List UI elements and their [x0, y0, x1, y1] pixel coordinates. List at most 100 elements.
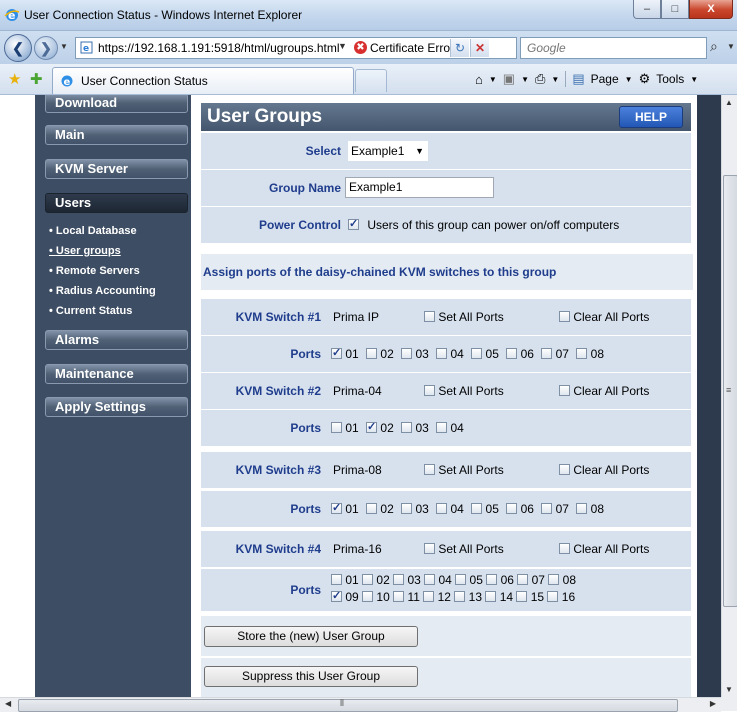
port-checkbox[interactable] — [331, 501, 342, 514]
new-tab-button[interactable] — [355, 69, 387, 92]
set-all-checkbox[interactable] — [424, 385, 435, 396]
maximize-button[interactable]: □ — [661, 0, 689, 19]
port-checkbox[interactable] — [548, 574, 560, 585]
scroll-left-icon[interactable]: ◀ — [5, 699, 11, 708]
port-checkbox[interactable] — [436, 422, 448, 433]
port-checkbox[interactable] — [423, 591, 435, 602]
port-checkbox[interactable] — [455, 574, 467, 585]
port-checkbox[interactable] — [331, 589, 342, 602]
port-checkbox[interactable] — [331, 574, 342, 585]
history-dropdown-icon[interactable]: ▼ — [60, 42, 68, 51]
ports-row: Ports 01 02 03 04 05 06 07 08 — [201, 335, 691, 372]
port-checkbox[interactable] — [424, 574, 436, 585]
port-checkbox[interactable] — [366, 348, 378, 359]
sidebar-item-users[interactable]: Users — [45, 193, 188, 213]
group-select[interactable]: Example1 ▼ — [347, 140, 429, 162]
certificate-error-label[interactable]: Certificate Error — [370, 41, 454, 55]
port-checkbox[interactable] — [401, 503, 413, 514]
port-checkbox[interactable] — [485, 591, 497, 602]
port-checkbox[interactable] — [506, 503, 518, 514]
page-menu[interactable]: Page — [591, 72, 619, 86]
port-checkbox[interactable] — [471, 348, 483, 359]
clear-all-checkbox[interactable] — [559, 311, 570, 322]
set-all-checkbox[interactable] — [424, 464, 435, 475]
port-checkbox[interactable] — [486, 574, 498, 585]
port-checkbox[interactable] — [506, 348, 518, 359]
submenu-user-groups[interactable]: • User groups — [47, 241, 181, 261]
horizontal-scroll-thumb[interactable] — [18, 699, 678, 712]
store-user-group-button[interactable]: Store the (new) User Group — [204, 626, 418, 647]
clear-all-checkbox[interactable] — [559, 543, 570, 554]
port-checkbox[interactable] — [541, 503, 553, 514]
kvm-switch-label: KVM Switch #3 — [235, 463, 321, 477]
clear-all-checkbox[interactable] — [559, 464, 570, 475]
search-input[interactable]: Google — [520, 37, 707, 59]
port-checkbox[interactable] — [366, 420, 378, 433]
sidebar-item-alarms[interactable]: Alarms — [45, 330, 188, 350]
port-checkbox[interactable] — [471, 503, 483, 514]
browser-tab[interactable]: e User Connection Status — [52, 67, 354, 94]
refresh-icon[interactable]: ↻ — [450, 39, 469, 57]
submenu-label: Current Status — [55, 305, 133, 317]
port-checkbox[interactable] — [516, 591, 528, 602]
forward-button[interactable]: ❯ — [34, 36, 58, 60]
sidebar-item-main[interactable]: Main — [45, 125, 188, 145]
port-checkbox[interactable] — [436, 348, 448, 359]
sidebar-item-download[interactable]: Download — [45, 95, 188, 113]
submenu-current-status[interactable]: • Current Status — [47, 301, 181, 321]
port-checkbox[interactable] — [362, 574, 374, 585]
port-checkbox[interactable] — [331, 346, 342, 359]
url-field[interactable]: e https://192.168.1.191:5918/html/ugroup… — [75, 37, 517, 59]
back-button[interactable]: ❮ — [4, 34, 32, 62]
suppress-user-group-button[interactable]: Suppress this User Group — [204, 666, 418, 687]
favorites-star-icon[interactable]: ★ — [8, 70, 21, 88]
submenu-radius-accounting[interactable]: • Radius Accounting — [47, 281, 181, 301]
sidebar-item-kvm-server[interactable]: KVM Server — [45, 159, 188, 179]
url-dropdown-icon[interactable]: ▼ — [338, 41, 347, 51]
group-name-input[interactable]: Example1 — [345, 177, 494, 198]
scroll-up-icon[interactable]: ▲ — [725, 98, 733, 107]
port-checkbox[interactable] — [331, 422, 342, 433]
sidebar-item-maintenance[interactable]: Maintenance — [45, 364, 188, 384]
port-checkbox[interactable] — [547, 591, 559, 602]
port-checkbox[interactable] — [541, 348, 553, 359]
submenu-local-database[interactable]: • Local Database — [47, 221, 181, 241]
port-checkbox[interactable] — [517, 574, 529, 585]
clear-all-label: Clear All Ports — [573, 542, 650, 556]
close-button[interactable]: X — [689, 0, 733, 19]
sidebar-item-apply-settings[interactable]: Apply Settings — [45, 397, 188, 417]
set-all-checkbox[interactable] — [424, 543, 435, 554]
print-icon[interactable]: ⎙ — [535, 71, 545, 87]
minimize-button[interactable]: – — [633, 0, 661, 19]
submenu-remote-servers[interactable]: • Remote Servers — [47, 261, 181, 281]
set-all-checkbox[interactable] — [424, 311, 435, 322]
port-checkbox[interactable] — [436, 503, 448, 514]
home-icon[interactable]: ⌂ — [475, 72, 483, 87]
tools-menu[interactable]: Tools — [656, 72, 684, 86]
add-favorites-icon[interactable]: ✚ — [30, 70, 43, 88]
port-label: 04 — [450, 502, 464, 516]
help-button[interactable]: HELP — [619, 106, 683, 128]
search-dropdown-icon[interactable]: ▼ — [727, 42, 735, 51]
port-checkbox[interactable] — [454, 591, 466, 602]
submenu-label: User groups — [55, 245, 121, 257]
port-checkbox[interactable] — [401, 348, 413, 359]
port-checkbox[interactable] — [576, 348, 588, 359]
power-control-checkbox[interactable] — [348, 217, 359, 230]
port-checkbox[interactable] — [576, 503, 588, 514]
vertical-scrollbar[interactable]: ▲ ≡ ▼ — [721, 95, 737, 697]
power-control-text: Users of this group can power on/off com… — [367, 218, 620, 232]
feeds-icon[interactable]: ▣ — [503, 71, 515, 87]
port-checkbox[interactable] — [401, 422, 413, 433]
port-checkbox[interactable] — [393, 591, 405, 602]
port-checkbox[interactable] — [362, 591, 374, 602]
certificate-error-icon[interactable]: ✖ — [354, 41, 367, 54]
search-icon[interactable]: ⌕ — [710, 38, 718, 55]
stop-icon[interactable]: ✕ — [470, 39, 489, 57]
clear-all-checkbox[interactable] — [559, 385, 570, 396]
horizontal-scrollbar[interactable]: ◀ ⦀ ▶ — [0, 697, 721, 712]
scroll-down-icon[interactable]: ▼ — [725, 685, 733, 694]
port-checkbox[interactable] — [366, 503, 378, 514]
port-checkbox[interactable] — [393, 574, 405, 585]
scroll-right-icon[interactable]: ▶ — [710, 699, 716, 708]
